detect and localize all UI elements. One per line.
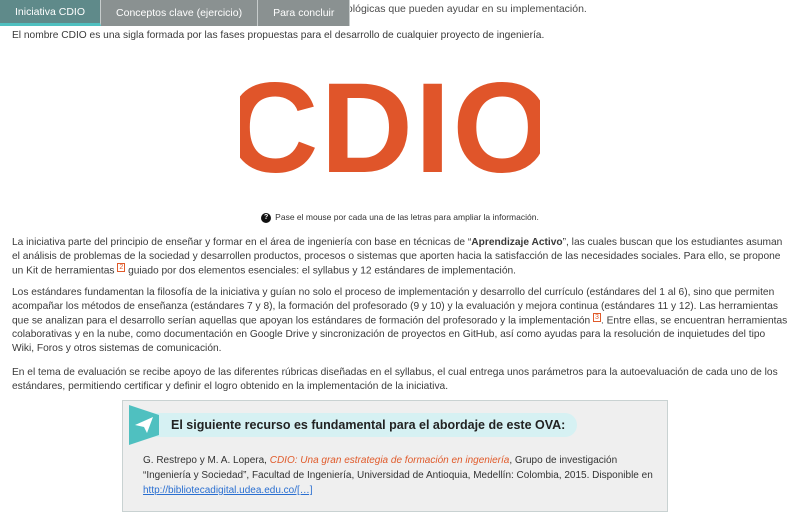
resource-work-title: CDIO: Una gran estrategia de formación e… [269, 455, 510, 466]
reference-link-3[interactable]: 3 [593, 313, 601, 322]
resource-citation: G. Restrepo y M. A. Lopera, CDIO: Una gr… [143, 455, 653, 496]
cdio-logo[interactable]: CDIO [240, 72, 540, 177]
paragraph-estandares: Los estándares fundamentan la filosofía … [12, 287, 788, 355]
tab-iniciativa-cdio[interactable]: Iniciativa CDIO [0, 0, 102, 26]
partial-text-line: ecnológicas que pueden ayudar en su impl… [330, 3, 587, 15]
tab-para-concluir[interactable]: Para concluir [258, 0, 351, 26]
paragraph-aprendizaje: La iniciativa parte del principio de ens… [12, 237, 783, 277]
cdio-logo-text[interactable]: CDIO [240, 72, 540, 177]
resource-title: El siguiente recurso es fundamental para… [171, 418, 566, 432]
paragraph-evaluacion: En el tema de evaluación se recibe apoyo… [12, 367, 778, 392]
tab-bar: Iniciativa CDIO Conceptos clave (ejercic… [0, 0, 351, 26]
hint-text: Pase el mouse por cada una de las letras… [275, 212, 539, 222]
tab-conceptos-clave[interactable]: Conceptos clave (ejercicio) [101, 0, 259, 26]
intro-paragraph: El nombre CDIO es una sigla formada por … [12, 30, 545, 41]
resource-box: El siguiente recurso es fundamental para… [122, 400, 668, 512]
hover-hint: ? Pase el mouse por cada una de las letra… [12, 212, 788, 223]
resource-header: El siguiente recurso es fundamental para… [137, 413, 577, 437]
paper-plane-icon [129, 405, 159, 445]
question-icon: ? [261, 212, 272, 223]
resource-link[interactable]: http://bibliotecadigital.udea.edu.co/[…] [143, 485, 313, 496]
aprendizaje-activo-term: Aprendizaje Activo [471, 237, 563, 248]
